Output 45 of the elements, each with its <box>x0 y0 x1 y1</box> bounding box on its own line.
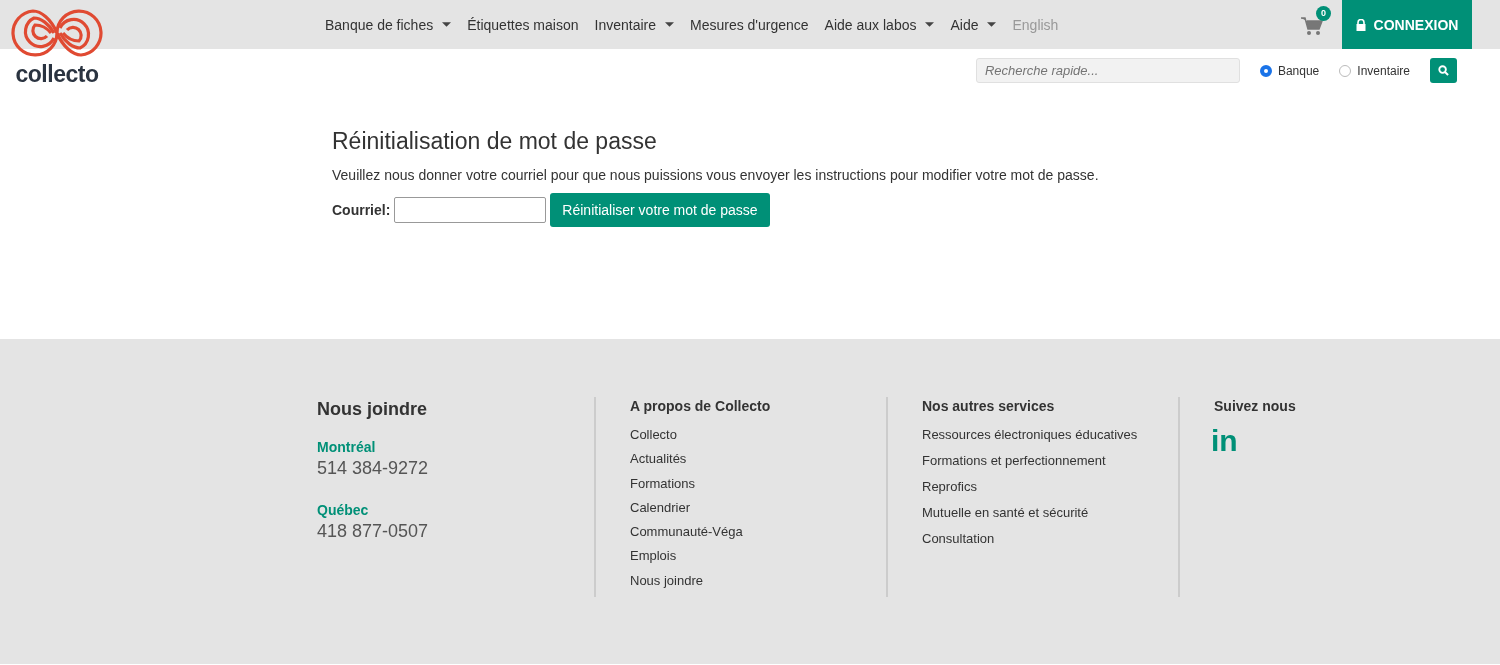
footer-link[interactable]: Consultation <box>922 531 1178 557</box>
footer-link[interactable]: Reprofics <box>922 479 1178 505</box>
footer-link[interactable]: Ressources électroniques éducatives <box>922 427 1178 453</box>
footer-heading: Nos autres services <box>922 398 1056 414</box>
caret-icon <box>987 22 997 27</box>
nav-link[interactable]: Aide aux labos <box>824 16 935 33</box>
nav-link[interactable]: Aide <box>950 16 997 33</box>
caret-icon <box>442 22 452 27</box>
office-city: Québec <box>317 502 370 518</box>
search-field[interactable]: Recherche rapide... <box>975 58 1240 83</box>
footer-heading: Suivez nous <box>1214 398 1296 414</box>
nav-link[interactable]: Étiquettes maison <box>467 16 579 33</box>
lock-icon <box>1355 18 1366 31</box>
instructions-text: Veuillez nous donner votre courriel pour que nous puissions vous envoyer les instructions pour modifier votre mot de passe. <box>332 167 1100 183</box>
nav-link[interactable]: Inventaire <box>594 16 674 33</box>
login-button[interactable]: CONNEXION <box>1342 0 1472 49</box>
phone-number: 514 384-9272 <box>317 458 430 479</box>
footer-link[interactable]: Formations et perfectionnement <box>922 453 1178 479</box>
scope-radio[interactable]: Inventaire <box>1339 63 1410 78</box>
cart-icon[interactable] <box>1301 15 1323 36</box>
footer-link[interactable]: Mutuelle en santé et sécurité <box>922 505 1178 531</box>
caret-icon <box>925 22 935 27</box>
footer-link[interactable]: Nous joindre <box>630 572 886 597</box>
nav-link[interactable]: Mesures d'urgence <box>690 16 809 33</box>
footer-link[interactable]: Collecto <box>630 427 886 452</box>
page-title: Réinitialisation de mot de passe <box>332 128 658 155</box>
scope-radio[interactable]: Banque <box>1259 63 1320 78</box>
email-label: Courriel: <box>332 202 391 218</box>
search-icon <box>1438 65 1449 76</box>
nav-link[interactable]: Banque de fiches <box>325 16 452 33</box>
cart-count-badge: 0 <box>1316 5 1331 21</box>
search-button[interactable] <box>1430 58 1457 83</box>
collecto-logo[interactable]: collecto <box>10 5 104 87</box>
phone-number: 418 877-0507 <box>317 521 430 542</box>
reset-password-button[interactable]: Réinitialiser votre mot de passe <box>550 193 770 227</box>
footer-heading: A propos de Collecto <box>630 398 772 414</box>
footer-link[interactable]: Actualités <box>630 451 886 476</box>
footer-heading: Nous joindre <box>317 399 428 420</box>
office-city: Montréal <box>317 439 377 455</box>
footer-link[interactable]: Calendrier <box>630 499 886 525</box>
caret-icon <box>665 22 674 27</box>
footer-link[interactable]: Communauté-Véga <box>630 524 886 549</box>
email-field[interactable] <box>394 197 547 223</box>
footer-link[interactable]: Emplois <box>630 548 886 573</box>
footer-link[interactable]: Formations <box>630 475 886 500</box>
